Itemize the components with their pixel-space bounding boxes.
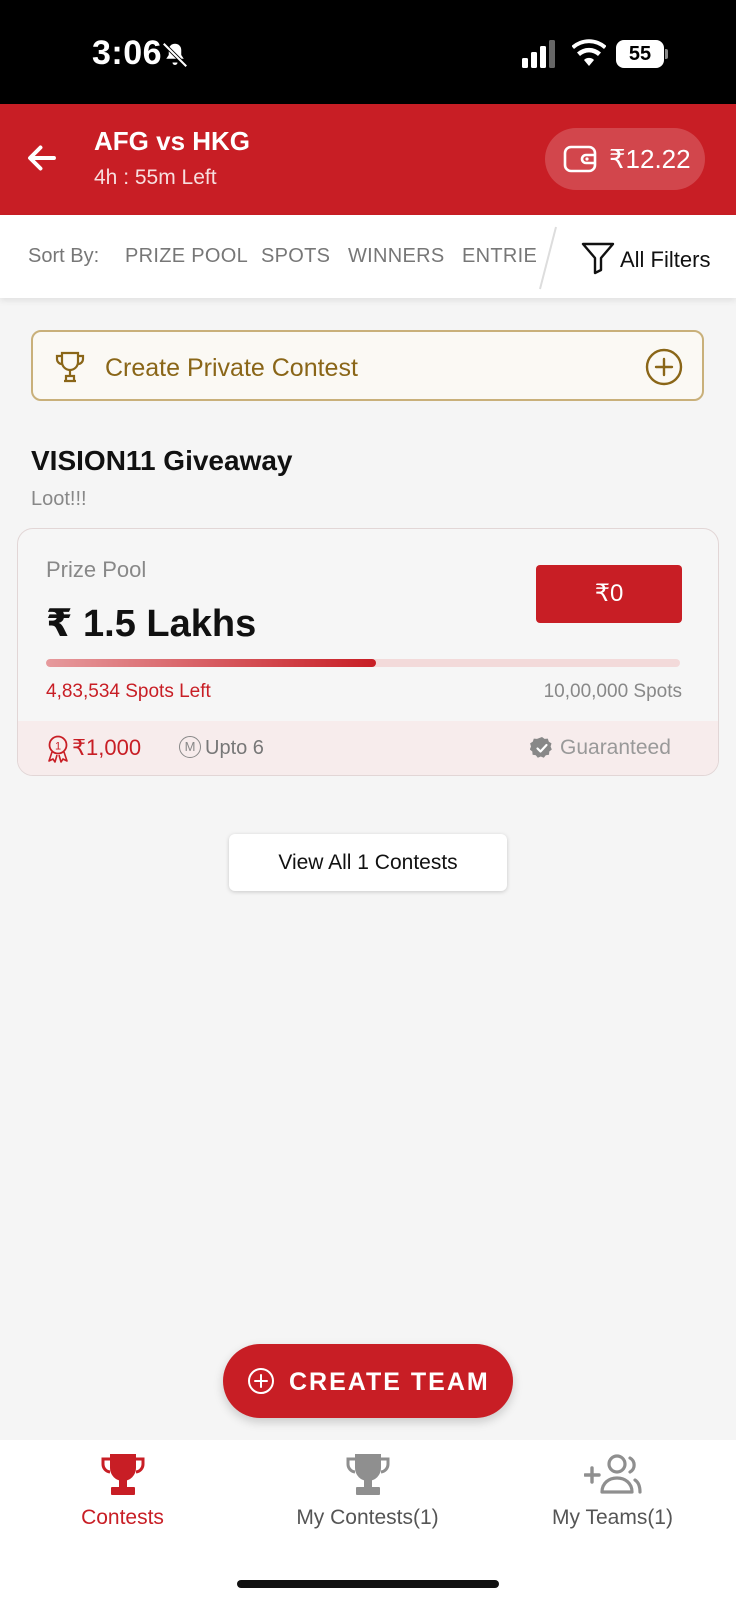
battery-icon: 55 [616,40,668,68]
nav-label-my-teams: My Teams(1) [552,1506,673,1529]
max-entries: Upto 6 [205,737,264,759]
view-all-contests-button[interactable]: View All 1 Contests [229,834,507,891]
time-left: 4h : 55m Left [94,166,217,189]
sort-option-spots[interactable]: SPOTS [261,245,330,268]
sort-option-winners[interactable]: WINNERS [348,245,445,268]
home-indicator [237,1580,499,1588]
svg-text:1: 1 [55,741,61,753]
create-team-button[interactable]: CREATE TEAM [223,1344,513,1418]
app-header: AFG vs HKG 4h : 55m Left ₹12.22 [0,104,736,215]
contest-card[interactable]: Prize Pool ₹ 1.5 Lakhs ₹0 4,83,534 Spots… [17,528,719,776]
status-bar: 3:06 55 [0,0,736,104]
status-time: 3:06 [92,34,163,72]
first-prize-amount: ₹1,000 [72,735,142,760]
divider [539,226,557,290]
sort-by-label: Sort By: [28,245,100,267]
section-title: VISION11 Giveaway [31,445,293,476]
all-filters-label[interactable]: All Filters [620,247,710,273]
prize-pool-label: Prize Pool [46,557,147,582]
match-title: AFG vs HKG [94,126,251,156]
trophy-icon [55,351,85,383]
wallet-icon [563,145,597,173]
nav-item-my-teams[interactable]: My Teams(1) [490,1440,735,1560]
plus-circle-icon [248,1368,274,1394]
spots-progress-fill [46,659,376,667]
filter-icon[interactable] [580,239,616,275]
create-private-contest-button[interactable]: Create Private Contest [31,330,704,401]
wallet-amount: ₹12.22 [609,143,691,174]
guaranteed-badge-icon [530,737,552,758]
spots-left: 4,83,534 Spots Left [46,681,211,702]
sort-option-entries[interactable]: ENTRIE [462,245,537,268]
guaranteed-label: Guaranteed [560,736,671,759]
nav-item-contests[interactable]: Contests [0,1440,245,1560]
wallet-button[interactable]: ₹12.22 [545,128,705,190]
bell-off-icon [162,42,188,68]
first-prize-medal-icon: 1 [48,735,68,763]
nav-label-contests: Contests [81,1506,164,1529]
cellular-signal-icon [522,40,555,68]
create-team-label: CREATE TEAM [289,1368,490,1396]
prize-pool-value: ₹ 1.5 Lakhs [46,603,257,645]
trophy-icon [345,1454,390,1495]
spots-progress-bar [46,659,680,667]
entry-fee-button[interactable]: ₹0 [536,565,682,623]
total-spots: 10,00,000 Spots [543,681,682,702]
multi-entry-icon: M [179,736,201,758]
back-arrow-icon[interactable] [24,140,60,176]
create-private-contest-label: Create Private Contest [105,354,358,382]
wifi-icon [572,39,606,66]
bottom-navigation: Contests My Contests(1) My Teams(1) [0,1440,736,1600]
plus-circle-icon [645,348,683,386]
sort-bar: Sort By: PRIZE POOL SPOTS WINNERS ENTRIE… [0,215,736,298]
battery-level: 55 [616,40,664,68]
contest-card-footer: 1 ₹1,000 M Upto 6 Guaranteed [18,721,718,775]
nav-item-my-contests[interactable]: My Contests(1) [245,1440,490,1560]
sort-option-prize-pool[interactable]: PRIZE POOL [125,245,248,268]
section-subtitle: Loot!!! [31,488,87,510]
trophy-icon [100,1454,145,1495]
add-user-icon [583,1454,642,1494]
nav-label-my-contests: My Contests(1) [296,1506,439,1529]
